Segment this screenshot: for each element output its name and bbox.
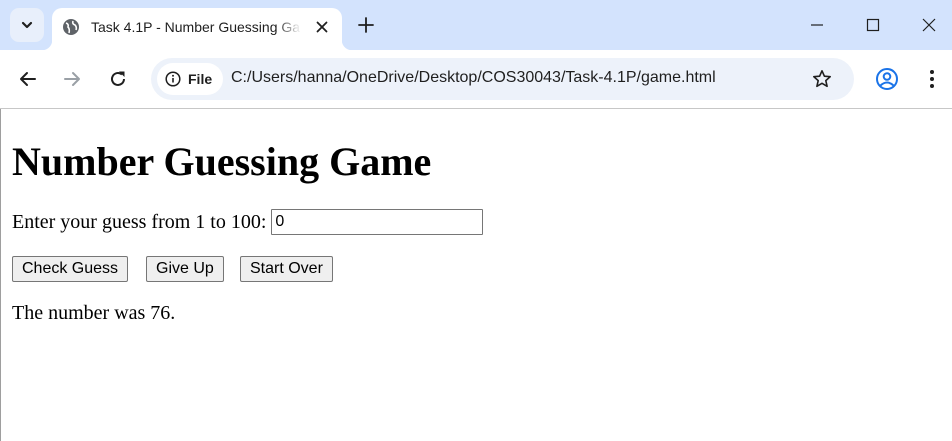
active-tab[interactable]: Task 4.1P - Number Guessing Game: [42, 8, 352, 50]
page-viewport: Number Guessing Game Enter your guess fr…: [0, 109, 952, 441]
close-icon: [316, 21, 328, 33]
browser-toolbar: File C:/Users/hanna/OneDrive/Desktop/COS…: [0, 50, 952, 109]
forward-icon: [64, 72, 80, 86]
window-close-icon: [922, 18, 936, 32]
reload-icon: [111, 71, 125, 86]
guess-row: Enter your guess from 1 to 100:: [12, 209, 484, 235]
new-tab-button[interactable]: [354, 13, 378, 37]
tab-search-button[interactable]: [10, 8, 44, 42]
guess-input[interactable]: [271, 209, 484, 235]
tab-search-icon: [21, 21, 33, 29]
result-message: The number was 76.: [12, 302, 176, 324]
bookmark-button[interactable]: [811, 68, 833, 90]
plus-icon: [358, 17, 374, 33]
globe-icon: [63, 19, 79, 35]
profile-icon[interactable]: [875, 67, 899, 91]
window-close-button[interactable]: [907, 8, 951, 42]
star-icon: [813, 70, 831, 88]
info-icon: [165, 71, 181, 87]
reload-button[interactable]: [104, 65, 132, 93]
back-button[interactable]: [14, 65, 42, 93]
start-over-button[interactable]: Start Over: [240, 256, 333, 282]
maximize-button[interactable]: [851, 8, 895, 42]
give-up-button[interactable]: Give Up: [146, 256, 224, 282]
site-chip-label: File: [188, 71, 213, 87]
minimize-icon: [811, 24, 823, 26]
tab-title: Task 4.1P - Number Guessing Game: [91, 19, 301, 35]
address-bar[interactable]: File C:/Users/hanna/OneDrive/Desktop/COS…: [151, 58, 854, 100]
tab-strip: Task 4.1P - Number Guessing Game: [0, 0, 952, 50]
guess-label: Enter your guess from 1 to 100:: [12, 210, 267, 233]
browser-menu-button[interactable]: [920, 67, 944, 91]
minimize-button[interactable]: [795, 8, 839, 42]
forward-button[interactable]: [58, 65, 86, 93]
tab-close-button[interactable]: [312, 17, 332, 37]
site-info-chip[interactable]: File: [157, 63, 223, 95]
page-title: Number Guessing Game: [12, 139, 432, 184]
check-guess-button[interactable]: Check Guess: [12, 256, 129, 282]
maximize-icon: [866, 18, 880, 32]
back-icon: [20, 72, 36, 86]
kebab-menu-icon: [930, 70, 934, 88]
url-text[interactable]: C:/Users/hanna/OneDrive/Desktop/COS30043…: [231, 69, 716, 87]
